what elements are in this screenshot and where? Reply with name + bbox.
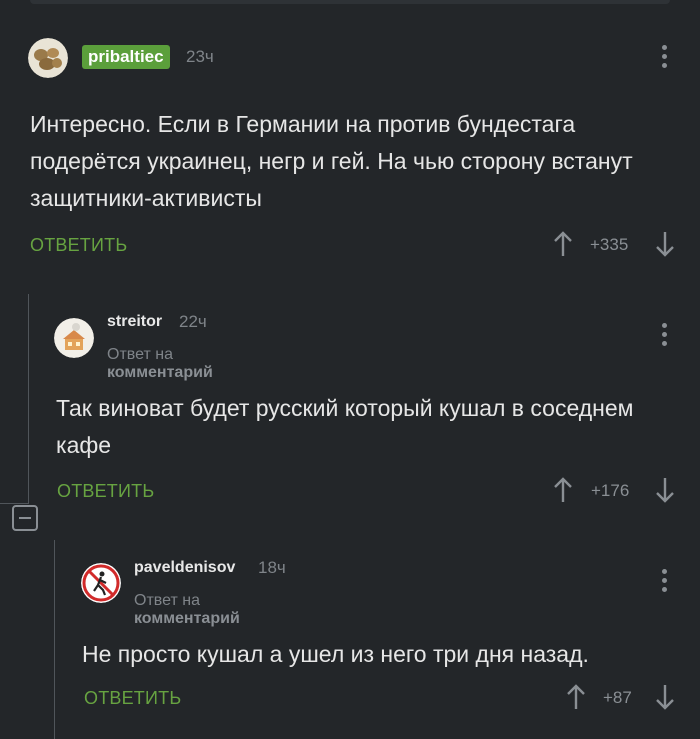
- comment-text: Интересно. Если в Германии на против бун…: [30, 111, 633, 211]
- downvote-arrow-icon[interactable]: [655, 477, 675, 503]
- reply-to-label: Ответ на комментарий: [134, 592, 240, 628]
- kebab-menu-icon[interactable]: [659, 323, 669, 349]
- reply-target-link[interactable]: комментарий: [107, 364, 213, 381]
- avatar[interactable]: [54, 318, 94, 358]
- timestamp: 18ч: [258, 558, 286, 577]
- timestamp: 22ч: [179, 312, 207, 331]
- avatar[interactable]: [28, 38, 68, 78]
- avatar[interactable]: [81, 563, 121, 603]
- thread-line: [54, 540, 55, 739]
- downvote-arrow-icon[interactable]: [655, 684, 675, 710]
- reply-target-link[interactable]: комментарий: [134, 610, 240, 627]
- reply-prefix: Ответ на: [134, 592, 200, 609]
- kebab-menu-icon[interactable]: [659, 45, 669, 71]
- timestamp: 23ч: [186, 47, 214, 66]
- upvote-arrow-icon[interactable]: [553, 477, 573, 503]
- username[interactable]: streitor: [107, 313, 162, 331]
- previous-comment-edge: [30, 0, 670, 4]
- downvote-arrow-icon[interactable]: [655, 231, 675, 257]
- comment-text: Так виноват будет русский который кушал …: [56, 395, 634, 458]
- username[interactable]: paveldenisov: [134, 559, 235, 577]
- thread-branch: [0, 503, 28, 504]
- collapse-thread-icon[interactable]: [12, 505, 38, 531]
- comment-text: Не просто кушал а ушел из него три дня н…: [82, 641, 589, 667]
- reply-button[interactable]: ОТВЕТИТЬ: [30, 235, 127, 256]
- reply-button[interactable]: ОТВЕТИТЬ: [57, 481, 154, 502]
- thread-line: [28, 294, 29, 504]
- upvote-arrow-icon[interactable]: [566, 684, 586, 710]
- vote-count: +87: [603, 688, 632, 707]
- upvote-arrow-icon[interactable]: [553, 231, 573, 257]
- kebab-menu-icon[interactable]: [659, 569, 669, 595]
- reply-to-label: Ответ на комментарий: [107, 346, 213, 382]
- username[interactable]: pribaltiec: [82, 45, 170, 69]
- reply-button[interactable]: ОТВЕТИТЬ: [84, 688, 181, 709]
- vote-count: +335: [590, 235, 629, 254]
- vote-count: +176: [591, 481, 630, 500]
- reply-prefix: Ответ на: [107, 346, 173, 363]
